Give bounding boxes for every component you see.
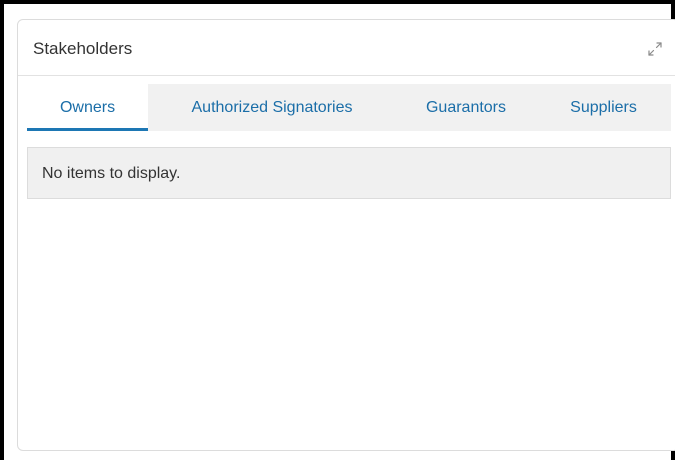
panel-header: Stakeholders — [18, 20, 675, 76]
tab-owners[interactable]: Owners — [27, 84, 148, 131]
tab-authorized-signatories[interactable]: Authorized Signatories — [148, 84, 396, 131]
stakeholders-panel: Stakeholders Owners Authorized Signatori… — [17, 19, 675, 451]
tab-guarantors[interactable]: Guarantors — [396, 84, 536, 131]
tab-suppliers[interactable]: Suppliers — [536, 84, 671, 131]
empty-state-message: No items to display. — [42, 165, 181, 182]
expand-icon[interactable] — [644, 38, 666, 60]
stakeholder-tabs: Owners Authorized Signatories Guarantors… — [27, 84, 671, 131]
window-frame: Stakeholders Owners Authorized Signatori… — [0, 0, 675, 460]
empty-state-row: No items to display. — [27, 147, 671, 199]
panel-title: Stakeholders — [33, 39, 133, 58]
